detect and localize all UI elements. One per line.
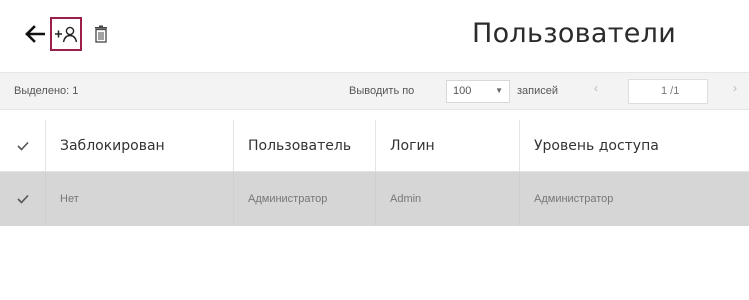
cell-access-level: Администратор (534, 193, 614, 205)
checkmark-icon (16, 141, 29, 151)
back-button[interactable] (24, 21, 46, 47)
column-header-access-level[interactable]: Уровень доступа (520, 120, 749, 171)
row-checkbox[interactable] (16, 192, 30, 206)
column-header-login[interactable]: Логин (376, 120, 520, 171)
table-row[interactable]: Нет Администратор Admin Администратор (0, 172, 749, 226)
trash-icon (95, 25, 107, 43)
selected-count: Выделено: 1 (14, 85, 79, 97)
cell-user: Администратор (234, 172, 376, 226)
users-table: Заблокирован Пользователь Логин Уровень … (0, 120, 749, 226)
select-all-checkbox[interactable] (16, 139, 30, 153)
checkmark-icon (16, 194, 29, 204)
column-header-user[interactable]: Пользователь (234, 120, 376, 171)
chevron-right-icon: › (733, 81, 737, 95)
table-header: Заблокирован Пользователь Логин Уровень … (0, 120, 749, 172)
chevron-down-icon: ▼ (495, 86, 503, 95)
per-page-label: Выводить по (349, 85, 415, 97)
info-bar: Выделено: 1 Выводить по 100 ▼ записей ‹ … (0, 72, 749, 110)
page-title: Пользователи (472, 18, 677, 49)
add-user-button[interactable] (50, 17, 82, 51)
per-page-select[interactable]: 100 ▼ (446, 80, 510, 103)
previous-page-button[interactable]: ‹ (586, 81, 606, 102)
row-select-cell (0, 172, 46, 226)
select-all-cell (0, 120, 46, 171)
cell-login: Admin (376, 172, 520, 226)
delete-button[interactable] (90, 21, 112, 47)
column-header-blocked[interactable]: Заблокирован (46, 120, 234, 171)
chevron-left-icon: ‹ (594, 81, 598, 95)
next-page-button[interactable]: › (727, 81, 743, 102)
cell-blocked: Нет (46, 172, 234, 226)
page-value: 1 /1 (661, 85, 680, 97)
per-page-value: 100 (453, 85, 472, 97)
page-number-input[interactable]: 1 /1 (628, 79, 708, 104)
records-label: записей (517, 85, 559, 97)
add-user-icon (55, 26, 78, 43)
arrow-left-icon (25, 25, 45, 43)
toolbar (24, 16, 112, 52)
